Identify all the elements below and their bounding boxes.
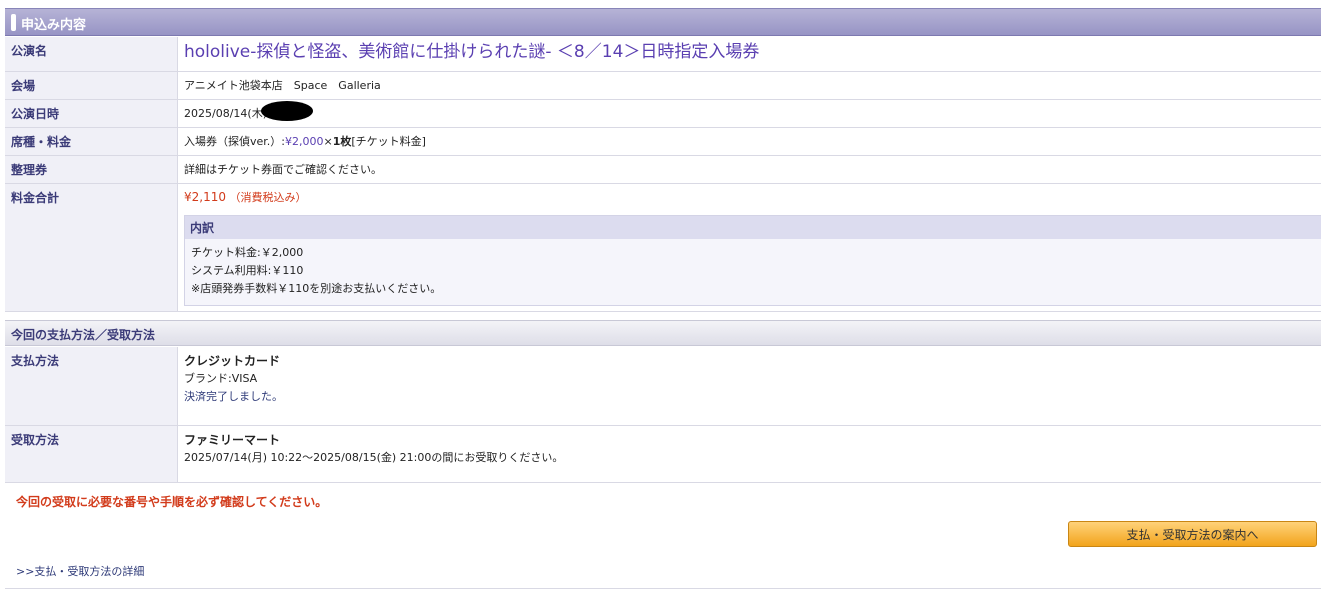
row-receipt-method: 受取方法 ファミリーマート 2025/07/14(月) 10:22～2025/0… [5,425,1321,483]
total-amount: ¥2,110 [184,189,226,204]
seat-count: 1枚 [332,134,352,148]
performance-label: 公演名 [5,37,178,72]
performance-name: hololive-探偵と怪盗、美術館に仕掛けられた謎- ＜8／14＞日時指定入場… [184,42,760,62]
row-total: 料金合計 ¥2,110 （消費税込み） 内訳 チケット料金:￥2,000 システ… [5,183,1321,312]
breakdown-header: 内訳 [185,215,1321,239]
payment-status: 決済完了しました。 [184,390,283,403]
total-tax-note: （消費税込み） [229,190,307,204]
receipt-method-value: ファミリーマート [184,432,281,447]
datetime-label: 公演日時 [5,99,178,128]
receipt-period: 2025/07/14(月) 10:22～2025/08/15(金) 21:00の… [184,450,564,464]
payment-method-value: クレジットカード [184,354,281,368]
payment-method-label: 支払方法 [5,347,178,426]
seat-note: [チケット料金] [351,134,426,148]
row-payment-method: 支払方法 クレジットカード ブランド:VISA 決済完了しました。 [5,347,1321,426]
header-bar-icon [11,14,16,31]
venue-value: アニメイト池袋本店 Space Galleria [177,71,1321,100]
breakdown-system-fee: システム利用料:￥110 [191,263,304,277]
breakdown-store-fee-note: ※店頭発券手数料￥110を別途お支払いください。 [191,281,442,295]
datetime-value: 2025/08/14(木) [184,106,267,120]
seat-times: × [323,134,333,148]
venue-label: 会場 [5,71,178,100]
row-numbered-ticket: 整理券 詳細はチケット券面でご確認ください。 [5,155,1321,184]
breakdown-ticket-fee: チケット料金:￥2,000 [191,245,304,259]
payment-receipt-header: 今回の支払方法／受取方法 [5,320,1321,346]
receipt-method-label: 受取方法 [5,425,178,483]
seat-ticket: 入場券（探偵ver.）: [184,134,285,148]
total-label: 料金合計 [5,183,178,312]
row-venue: 会場 アニメイト池袋本店 Space Galleria [5,71,1321,100]
breakdown-box: 内訳 チケット料金:￥2,000 システム利用料:￥110 ※店頭発券手数料￥1… [184,214,1321,306]
numbered-ticket-value: 詳細はチケット券面でご確認ください。 [177,155,1321,184]
redaction-mask [260,100,313,121]
payment-receipt-table: 支払方法 クレジットカード ブランド:VISA 決済完了しました。 受取方法 フ… [5,347,1321,483]
seat-price: ¥2,000 [285,134,324,148]
row-seat: 席種・料金 入場券（探偵ver.）:¥2,000×1枚[チケット料金] [5,127,1321,156]
seat-label: 席種・料金 [5,127,178,156]
receipt-notice: 今回の受取に必要な番号や手順を必ず確認してください。 [16,495,328,509]
payment-details-link[interactable]: >>支払・受取方法の詳細 [16,563,144,579]
application-details-title: 申込み内容 [21,18,87,33]
application-details-table: 公演名 hololive-探偵と怪盗、美術館に仕掛けられた謎- ＜8／14＞日時… [5,37,1321,312]
divider [5,588,1321,589]
numbered-ticket-label: 整理券 [5,155,178,184]
payment-guide-button[interactable]: 支払・受取方法の案内へ [1068,521,1317,547]
payment-receipt-title: 今回の支払方法／受取方法 [11,328,156,342]
row-datetime: 公演日時 2025/08/14(木)場 [5,99,1321,128]
application-details-header: 申込み内容 [5,8,1321,36]
payment-brand: ブランド:VISA [184,372,258,385]
row-performance: 公演名 hololive-探偵と怪盗、美術館に仕掛けられた謎- ＜8／14＞日時… [5,37,1321,72]
